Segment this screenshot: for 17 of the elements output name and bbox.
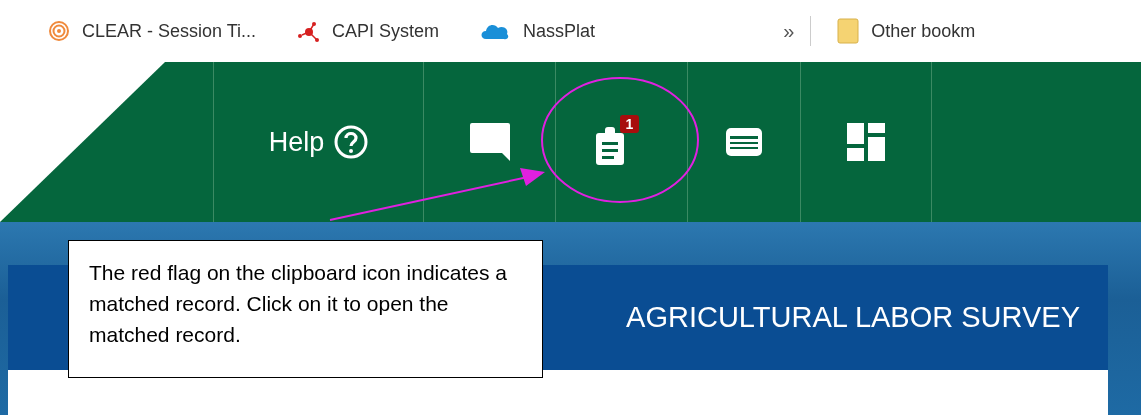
bookmark-link[interactable]: CAPI System xyxy=(296,20,440,42)
more-bookmarks-button[interactable]: » xyxy=(783,19,795,43)
callout-note: The red flag on the clipboard icon indicates a matched record. Click on it to open the matched record. xyxy=(68,240,543,378)
notification-badge: 1 xyxy=(619,115,640,133)
nodes-icon xyxy=(296,20,321,42)
help-icon xyxy=(334,125,369,159)
rings-icon xyxy=(48,20,70,42)
card-icon[interactable] xyxy=(726,128,762,156)
folder-icon xyxy=(837,18,860,44)
chat-icon[interactable] xyxy=(468,122,511,162)
bookmark-link[interactable]: CLEAR - Session Ti... xyxy=(48,20,257,42)
bookmark-link[interactable]: NassPlat xyxy=(479,20,596,42)
dashboard-icon[interactable] xyxy=(847,123,885,161)
help-button[interactable]: Help xyxy=(264,121,373,163)
bookmark-folder[interactable]: Other bookm xyxy=(837,18,976,44)
survey-title: AGRICULTURAL LABOR SURVEY xyxy=(626,301,1080,334)
clipboard-icon xyxy=(595,125,624,165)
